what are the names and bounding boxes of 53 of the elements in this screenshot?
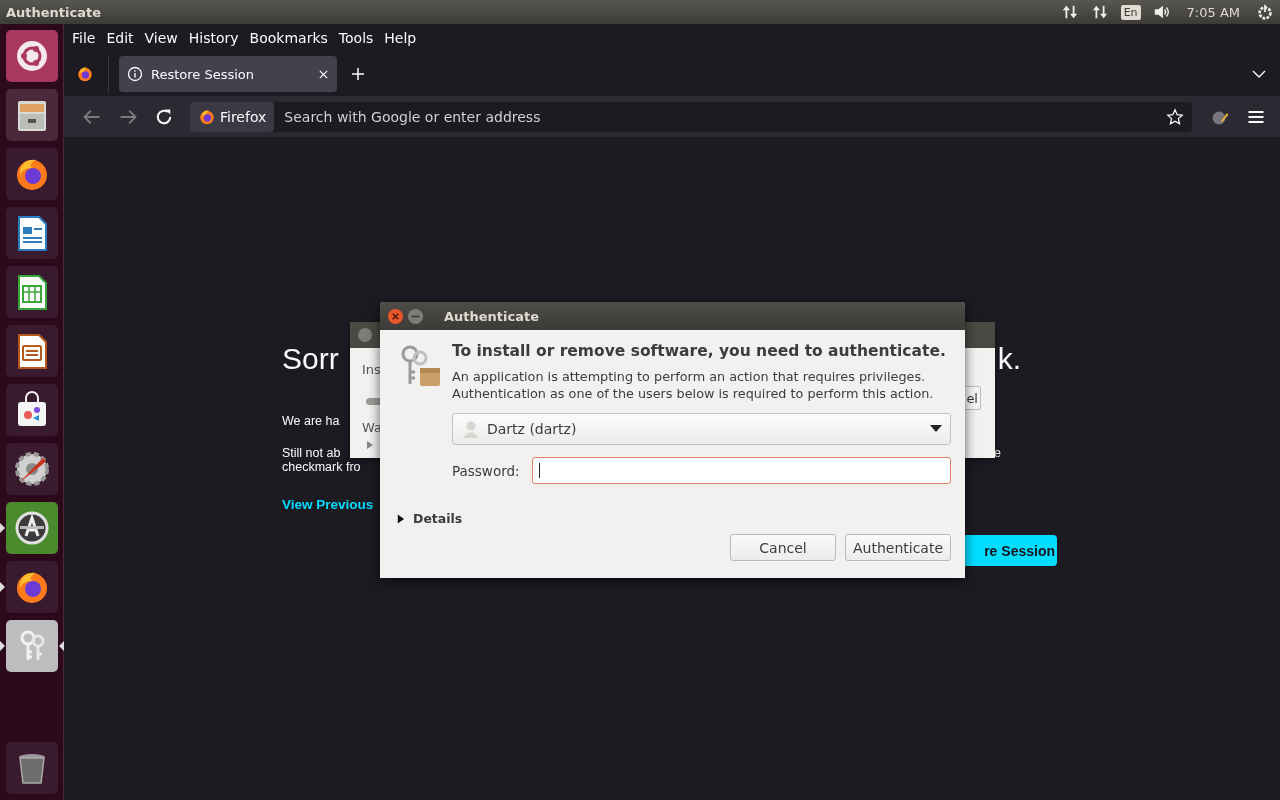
window-title: Authenticate	[6, 4, 102, 20]
password-label: Password:	[452, 462, 520, 479]
page-text: We are ha	[282, 414, 340, 428]
dialog-message: An application is attempting to perform an action that requires privileges.	[452, 368, 927, 385]
menu-item[interactable]: History	[184, 30, 243, 46]
user-dropdown[interactable]: Dartz (dartz)	[452, 413, 951, 445]
browser-tab[interactable]: Restore Session	[119, 56, 337, 92]
page-text: checkmark fro	[282, 460, 361, 474]
page-heading: k.	[997, 342, 1021, 376]
clock[interactable]: 7:05 AM	[1186, 4, 1240, 20]
page-heading: Sorr	[282, 342, 339, 376]
user-silhouette-icon	[461, 419, 481, 439]
power-gear-icon[interactable]	[1256, 3, 1274, 21]
close-icon[interactable]	[318, 68, 329, 80]
restore-session-button[interactable]: re Session	[963, 535, 1057, 566]
caret-icon	[930, 425, 942, 433]
keyboard-layout-indicator[interactable]: En	[1120, 4, 1141, 20]
menu-item[interactable]: Edit	[102, 30, 138, 46]
tab-title: Restore Session	[151, 66, 256, 82]
menu-item[interactable]: View	[140, 30, 182, 46]
gear-wrench-icon	[12, 449, 52, 489]
address-bar[interactable]: Firefox Search with Google or enter address	[190, 101, 1192, 132]
page-text: e	[994, 446, 1001, 460]
dialog-heading: To install or remove software, you need to authenticate.	[452, 342, 947, 360]
dialog-button[interactable]: Cancel	[730, 534, 836, 561]
minimize-icon[interactable]	[407, 307, 424, 325]
dialog-button[interactable]: Authenticate	[845, 534, 951, 561]
page-text: Still not ab	[282, 446, 341, 460]
network-arrows-icon[interactable]	[1090, 3, 1109, 21]
identity-label: Firefox	[220, 108, 267, 125]
star-icon[interactable]	[1166, 107, 1184, 126]
expander-arrow-icon[interactable]	[366, 440, 374, 450]
menu-item[interactable]: Tools	[334, 30, 378, 46]
expander-arrow-icon	[396, 513, 405, 524]
dialog-title: Authenticate	[444, 308, 540, 324]
dialog-message: Authentication as one of the users below is required to perform this action.	[452, 385, 935, 402]
menu-item[interactable]: Bookmarks	[245, 30, 332, 46]
details-expander[interactable]: Details	[390, 510, 469, 527]
view-previous-link[interactable]: View Previous	[282, 497, 374, 512]
launcher-item[interactable]	[0, 620, 64, 672]
menu-item[interactable]: File	[68, 30, 100, 46]
address-field[interactable]: Search with Google or enter address	[274, 108, 1166, 125]
launcher-item[interactable]	[5, 742, 58, 794]
dialog-label: Ins	[362, 362, 381, 377]
network-arrows-icon[interactable]	[1060, 3, 1079, 21]
fox-globe-icon[interactable]	[76, 65, 94, 83]
identity-badge[interactable]: Firefox	[190, 101, 275, 132]
menu-item[interactable]: Help	[380, 30, 421, 46]
volume-icon[interactable]	[1152, 3, 1171, 21]
new-tab-icon[interactable]	[351, 67, 365, 81]
close-icon[interactable]	[387, 307, 404, 325]
password-field[interactable]	[531, 457, 951, 484]
info-icon	[127, 66, 143, 82]
